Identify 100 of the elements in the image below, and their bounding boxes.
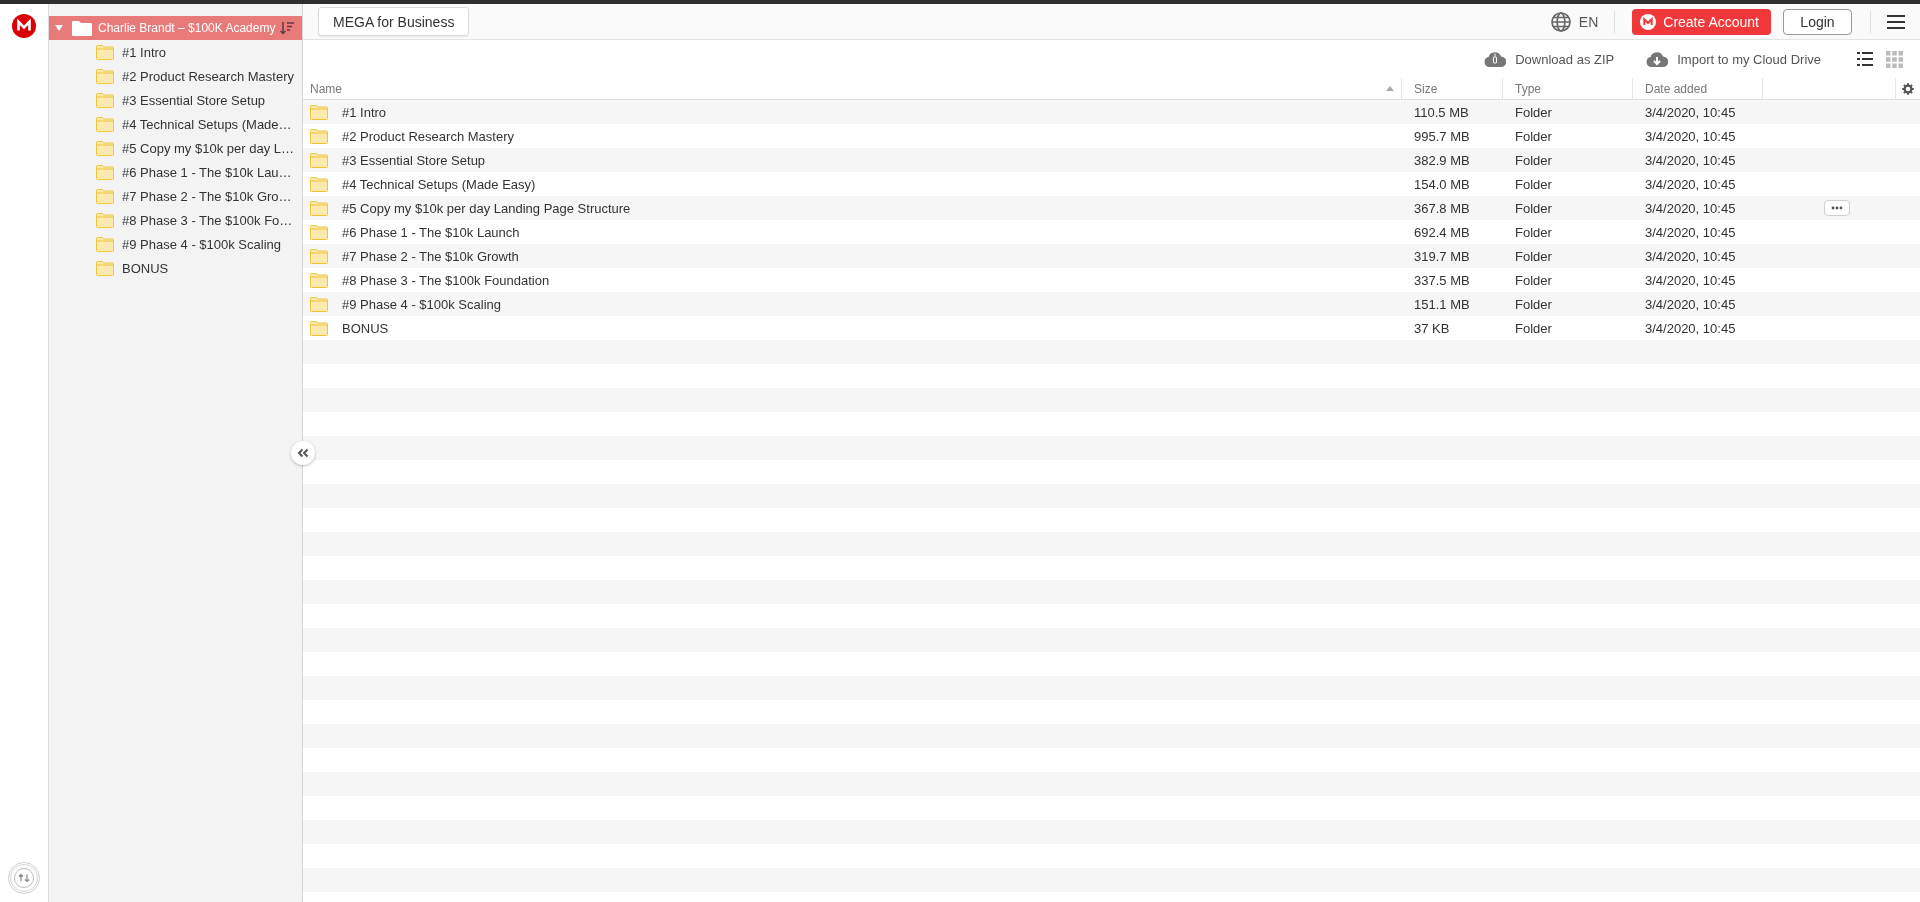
type-cell: Folder (1515, 224, 1552, 240)
date-cell: 3/4/2020, 10:45 (1645, 248, 1736, 264)
type-cell: Folder (1515, 176, 1552, 192)
size-cell: 692.4 MB (1414, 224, 1470, 240)
cloud-download-icon (1646, 51, 1669, 67)
tree-item[interactable]: #4 Technical Setups (Made… (96, 112, 292, 136)
create-account-button[interactable]: Create Account (1632, 8, 1771, 35)
size-cell: 319.7 MB (1414, 248, 1470, 264)
folder-name: #3 Essential Store Setup (342, 152, 486, 168)
folder-name: BONUS (342, 320, 389, 336)
collapse-button[interactable] (291, 441, 315, 465)
date-cell: 3/4/2020, 10:45 (1645, 200, 1736, 216)
folder-icon (96, 140, 114, 156)
folder-label: Charlie Brandt – $100K Academy (98, 21, 276, 35)
folder-icon (310, 104, 328, 120)
size-cell: 110.5 MB (1414, 104, 1469, 120)
folder-name: #5 Copy my $10k per day Landing Page Structure (342, 200, 631, 216)
folder-icon (310, 272, 328, 288)
tree-item[interactable]: #1 Intro (96, 40, 167, 64)
date-cell: 3/4/2020, 10:45 (1645, 104, 1736, 120)
tree-item[interactable]: #2 Product Research Mastery (96, 64, 294, 88)
folder-icon (96, 212, 114, 228)
tree-item[interactable]: #9 Phase 4 - $100k Scaling (96, 232, 281, 256)
folder-icon (310, 320, 328, 336)
folder-name: #7 Phase 2 - The $10k Growth (342, 248, 519, 264)
tree-item[interactable]: #3 Essential Store Setup (96, 88, 266, 112)
folder-icon (96, 44, 114, 60)
download-zip-button[interactable]: Download as ZIP (1484, 51, 1615, 67)
file-row[interactable]: #5 Copy my $10k per day Landing Page Structure 367.8 MB Folder 3/4/2020, 10:45 (303, 196, 1920, 220)
type-cell: Folder (1515, 272, 1552, 288)
type-cell: Folder (1515, 104, 1552, 120)
language-button[interactable]: EN (1550, 11, 1599, 32)
size-cell: 151.1 MB (1414, 296, 1470, 312)
folder-icon (310, 152, 328, 168)
column-header[interactable]: Date added (1633, 78, 1763, 99)
caret-icon[interactable] (55, 25, 63, 31)
column-header[interactable]: Size (1402, 78, 1503, 99)
folder-icon (96, 260, 114, 276)
import-button[interactable]: Import to my Cloud Drive (1646, 51, 1821, 67)
size-cell: 154.0 MB (1414, 176, 1470, 192)
folder-icon (96, 116, 114, 132)
folder-name: #9 Phase 4 - $100k Scaling (342, 296, 501, 312)
logo-icon (1640, 13, 1657, 30)
size-cell: 337.5 MB (1414, 272, 1470, 288)
menu-icon[interactable] (1887, 14, 1905, 29)
business-button[interactable]: MEGA for Business (318, 7, 470, 36)
folder-icon (96, 68, 114, 84)
folder-icon (96, 164, 114, 180)
globe-icon (1550, 11, 1571, 32)
size-cell: 367.8 MB (1414, 200, 1470, 216)
type-cell: Folder (1515, 248, 1552, 264)
tree-item[interactable]: BONUS (96, 256, 169, 280)
folder-icon (310, 200, 328, 216)
folder-icon (96, 92, 114, 108)
tree-item[interactable]: #5 Copy my $10k per day L… (96, 136, 294, 160)
date-cell: 3/4/2020, 10:45 (1645, 152, 1736, 168)
folder-icon (72, 20, 92, 36)
type-cell: Folder (1515, 128, 1552, 144)
column-header[interactable]: Type (1503, 78, 1633, 99)
folder-icon (310, 296, 328, 312)
more-button[interactable] (1824, 200, 1850, 216)
file-row[interactable]: #1 Intro 110.5 MB Folder 3/4/2020, 10:45 (303, 100, 1920, 124)
sort-icon[interactable] (280, 21, 294, 35)
cloud-archive-icon (1484, 51, 1507, 67)
size-cell: 382.9 MB (1414, 152, 1470, 168)
type-cell: Folder (1515, 200, 1552, 216)
file-row[interactable]: #3 Essential Store Setup 382.9 MB Folder 3/4/2020, 10:45 (303, 148, 1920, 172)
folder-icon (96, 236, 114, 252)
double-chevron-left-icon (297, 448, 309, 458)
folder-icon (310, 248, 328, 264)
sort-arrow-icon (1386, 86, 1394, 91)
folder-name: #1 Intro (342, 104, 387, 120)
logo-icon[interactable] (12, 14, 36, 38)
date-cell: 3/4/2020, 10:45 (1645, 176, 1736, 192)
login-button[interactable]: Login (1783, 8, 1852, 35)
date-cell: 3/4/2020, 10:45 (1645, 272, 1736, 288)
tree-item[interactable]: #7 Phase 2 - The $10k Gro… (96, 184, 292, 208)
date-cell: 3/4/2020, 10:45 (1645, 296, 1736, 312)
tree-item[interactable]: #8 Phase 3 - The $100k Fo… (96, 208, 293, 232)
tree-item[interactable]: #6 Phase 1 - The $10k Lau… (96, 160, 292, 184)
folder-name: #2 Product Research Mastery (342, 128, 514, 144)
column-header[interactable]: Name (303, 78, 1402, 99)
folder-icon (96, 188, 114, 204)
folder-name: #6 Phase 1 - The $10k Launch (342, 224, 520, 240)
list-view-icon[interactable] (1857, 52, 1873, 66)
file-row[interactable]: #9 Phase 4 - $100k Scaling 151.1 MB Folder 3/4/2020, 10:45 (303, 292, 1920, 316)
type-cell: Folder (1515, 296, 1552, 312)
date-cell: 3/4/2020, 10:45 (1645, 320, 1736, 336)
file-row[interactable]: #7 Phase 2 - The $10k Growth 319.7 MB Folder 3/4/2020, 10:45 (303, 244, 1920, 268)
date-cell: 3/4/2020, 10:45 (1645, 128, 1736, 144)
type-cell: Folder (1515, 152, 1552, 168)
folder-name: #4 Technical Setups (Made Easy) (342, 176, 536, 192)
settings-icon[interactable] (1902, 82, 1914, 95)
date-cell: 3/4/2020, 10:45 (1645, 224, 1736, 240)
folder-name: #8 Phase 3 - The $100k Foundation (342, 272, 550, 288)
size-cell: 995.7 MB (1414, 128, 1470, 144)
size-cell: 37 KB (1414, 320, 1450, 336)
folder-icon (310, 128, 328, 144)
dots-icon (1831, 206, 1843, 210)
folder-icon (310, 176, 328, 192)
